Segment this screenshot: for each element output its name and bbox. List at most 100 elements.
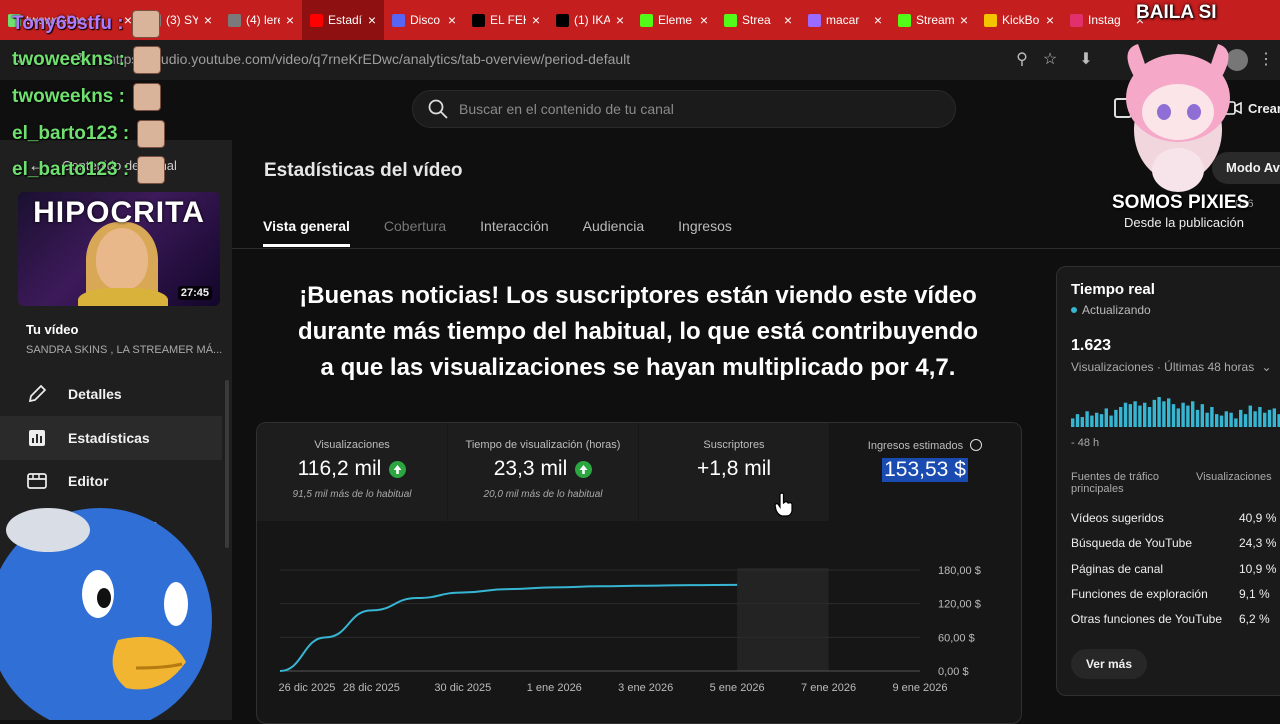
realtime-bar: [1147, 407, 1152, 427]
emote-icon: [131, 10, 160, 38]
close-icon[interactable]: ×: [1046, 12, 1054, 28]
emote-icon: [132, 83, 161, 111]
close-icon[interactable]: ×: [960, 12, 968, 28]
tab-label: KickBo: [1002, 13, 1040, 27]
metric-views[interactable]: Visualizaciones 116,2 mil 91,5 mil más d…: [257, 423, 447, 521]
chat-message: twoweekns :: [12, 46, 161, 74]
realtime-bar: [1234, 418, 1238, 427]
metric-revenue[interactable]: Ingresos estimados 153,53 $: [830, 423, 1020, 521]
traffic-source-label: Vídeos sugeridos: [1071, 511, 1164, 525]
traffic-source-value: 10,9 %: [1239, 561, 1277, 576]
chat-message: el_barto123 :: [12, 120, 166, 148]
chat-username: twoweekns :: [12, 86, 125, 107]
bookmark-star-icon[interactable]: ☆: [1040, 50, 1060, 70]
search-icon: [808, 13, 821, 27]
realtime-bar: [1071, 418, 1075, 427]
chart-x-tick-label: 28 dic 2025: [343, 682, 400, 694]
clock-icon: [970, 439, 983, 451]
close-icon[interactable]: ×: [784, 12, 792, 28]
insight-headline: ¡Buenas noticias! Los suscriptores están…: [297, 282, 979, 381]
realtime-bar: [1133, 401, 1137, 427]
vtuber-avatar: [1126, 44, 1230, 192]
realtime-bar: [1205, 412, 1209, 427]
traffic-source-label: Búsqueda de YouTube: [1071, 536, 1193, 551]
chevron-down-icon: ⌄: [1261, 360, 1272, 374]
realtime-bar: [1123, 402, 1128, 427]
chat-message: el_barto123 :: [12, 156, 166, 184]
realtime-bar: [1152, 399, 1156, 427]
realtime-bar: [1075, 414, 1080, 427]
chart-y-tick-label: 180,00 $: [938, 565, 981, 577]
realtime-bar: [1219, 415, 1224, 427]
metric-comparison: 91,5 mil más de lo habitual: [292, 489, 412, 500]
video-duration: 27:45: [177, 286, 212, 300]
realtime-bar: [1167, 398, 1171, 427]
realtime-bar: [1138, 405, 1142, 427]
metric-label: Tiempo de visualización (horas): [465, 439, 621, 451]
chart-x-tick-label: 9 ene 2026: [892, 682, 947, 694]
realtime-bar: [1272, 408, 1276, 427]
see-more-button[interactable]: Ver más: [1071, 649, 1147, 679]
analytics-icon: [26, 428, 48, 448]
sidebar-item-analytics[interactable]: Estadísticas: [0, 416, 222, 460]
realtime-bar: [1099, 414, 1104, 427]
metric-watch-time[interactable]: Tiempo de visualización (horas) 23,3 mil…: [448, 423, 638, 521]
realtime-bar: [1090, 415, 1094, 427]
realtime-bar: [1128, 404, 1132, 427]
browser-tab[interactable]: KickBo ×: [976, 0, 1062, 40]
realtime-bar: [1114, 409, 1118, 427]
live-dot-icon: [1071, 307, 1077, 313]
vtuber-bottom-caption: SOMOS PIXIES: [1112, 192, 1250, 213]
extension-pin-icon[interactable]: ⬇: [1076, 50, 1096, 70]
realtime-bar: [1104, 408, 1108, 427]
browser-menu-icon[interactable]: ⋮: [1256, 50, 1276, 70]
video-name: SANDRA SKINS , LA STREAMER MÁ...: [26, 344, 223, 356]
realtime-bar: [1157, 397, 1161, 427]
sidebar-item-details[interactable]: Detalles: [0, 372, 222, 416]
traffic-source-value: 9,1 %: [1239, 586, 1270, 601]
browser-tab[interactable]: Stream ×: [890, 0, 976, 40]
sidebar-item-label: Editor: [68, 473, 109, 489]
chart-y-tick-label: 0,00 $: [938, 666, 969, 678]
realtime-bar: [1224, 411, 1228, 427]
status-text: Actualizando: [1082, 303, 1151, 317]
chat-username: el_barto123 :: [12, 159, 130, 180]
tab-engagement[interactable]: Interacción: [480, 218, 548, 247]
realtime-bar: [1143, 402, 1147, 427]
tab-audience[interactable]: Audiencia: [583, 218, 645, 247]
realtime-bar: [1195, 409, 1200, 427]
browser-tab[interactable]: macar ×: [800, 0, 890, 40]
metric-label: Ingresos estimados: [830, 439, 1020, 452]
stream-chat-overlay: Tony69stfu : twoweekns : twoweekns : el_bar…: [0, 0, 760, 200]
traffic-source-value: 24,3 %: [1239, 536, 1277, 551]
tab-label: Stream: [916, 13, 954, 27]
tab-revenue[interactable]: Ingresos: [678, 218, 732, 247]
tab-overview[interactable]: Vista general: [263, 218, 350, 247]
hand-cursor-icon: [774, 492, 793, 517]
close-icon[interactable]: ×: [874, 12, 882, 28]
chat-username: twoweekns :: [12, 49, 125, 70]
realtime-bar: [1186, 405, 1190, 427]
realtime-bar: [1191, 401, 1195, 427]
emote-icon: [137, 156, 166, 184]
traffic-source-value: 6,2 %: [1239, 612, 1270, 627]
tab-reach[interactable]: Cobertura: [384, 218, 446, 247]
realtime-bar: [1119, 407, 1123, 427]
tabs-divider: [232, 248, 1280, 249]
zoom-icon[interactable]: ⚲: [1012, 50, 1032, 70]
realtime-bar: [1243, 414, 1248, 427]
analytics-tabs: Vista general Cobertura Interacción Audi…: [263, 218, 766, 247]
chart-shaded-range: [737, 568, 829, 671]
chart-y-tick-label: 60,00 $: [938, 632, 975, 644]
chat-username: el_barto123 :: [12, 123, 130, 144]
traffic-source-label: Funciones de exploración: [1071, 586, 1208, 601]
realtime-bar: [1181, 402, 1185, 427]
create-label: Crear: [1248, 100, 1280, 116]
metric-subscribers[interactable]: Suscriptores +1,8 mil: [639, 423, 829, 521]
video-thumbnail[interactable]: HIPOCRITA 27:45: [18, 192, 220, 306]
revenue-chart: 180,00 $ 120,00 $ 60,00 $ 0,00 $ 26 dic 2025…: [279, 565, 981, 694]
realtime-count-label[interactable]: Visualizaciones · Últimas 48 horas ⌄: [1071, 360, 1272, 374]
sources-header: Fuentes de tráfico principales: [1071, 471, 1160, 495]
see-more-label: Ver más: [1085, 657, 1133, 671]
chart-x-tick-label: 5 ene 2026: [710, 682, 765, 694]
